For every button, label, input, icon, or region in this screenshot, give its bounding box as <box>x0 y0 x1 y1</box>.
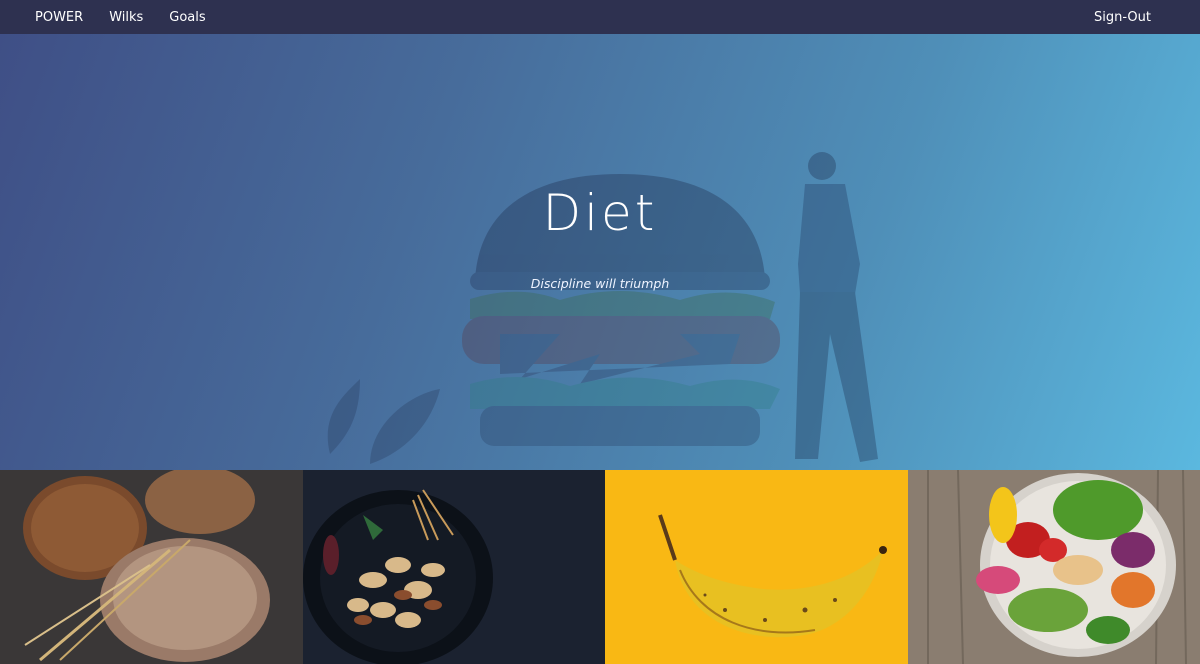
brand-link[interactable]: POWER <box>35 10 83 25</box>
hero-burger-illustration <box>327 152 878 464</box>
hero-banner: Diet Discipline will triumph <box>0 34 1200 470</box>
food-gallery <box>0 470 1200 664</box>
bread-photo <box>0 470 303 664</box>
nuts-bowl-photo <box>303 470 605 664</box>
salad-bowl-photo <box>908 470 1200 664</box>
sign-out-link[interactable]: Sign-Out <box>1094 10 1151 25</box>
banana-photo <box>605 470 908 664</box>
top-navbar: POWER Wilks Goals Sign-Out <box>0 0 1200 34</box>
nav-link-goals[interactable]: Goals <box>169 10 205 25</box>
page-title: Diet <box>542 184 658 242</box>
page-subtitle: Discipline will triumph <box>530 276 670 291</box>
nav-link-wilks[interactable]: Wilks <box>109 10 143 25</box>
